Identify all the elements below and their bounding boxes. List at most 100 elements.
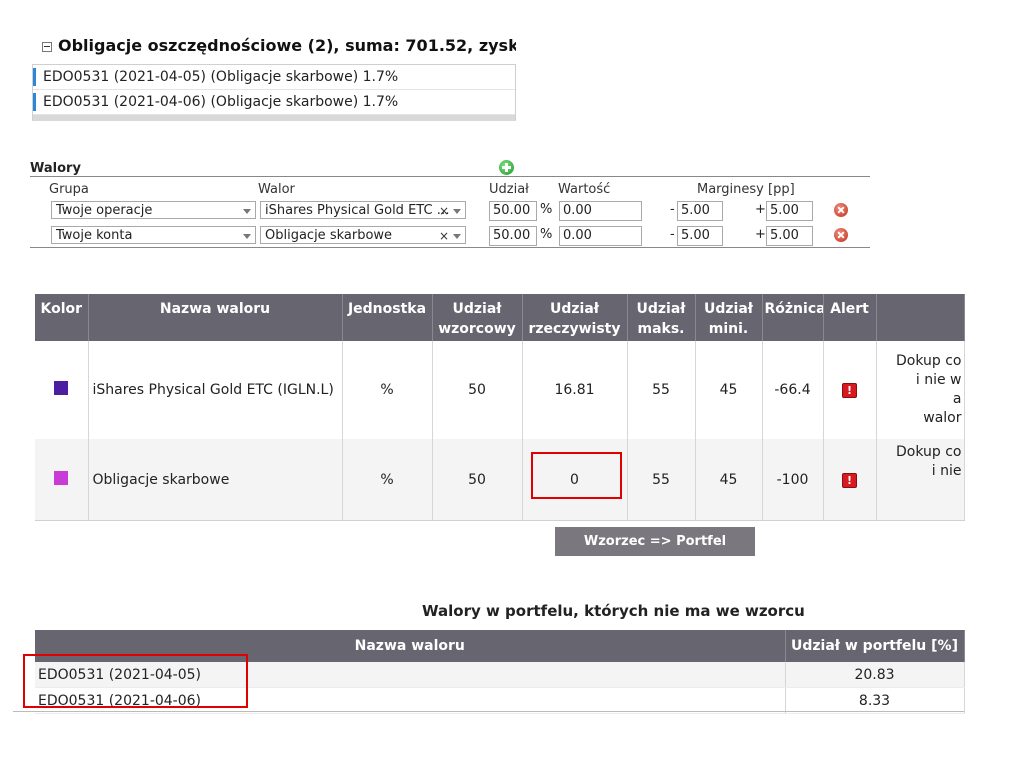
color-swatch: [54, 381, 69, 395]
comment-cell: Dokup co i nie w a walor: [876, 341, 965, 439]
item-marker: [33, 68, 36, 86]
name-cell: iShares Physical Gold ETC (IGLN.L): [88, 341, 343, 439]
list-item[interactable]: EDO0531 (2021-04-06) (Obligacje skarbowe…: [33, 90, 515, 115]
col-udzial-portfel[interactable]: Udział w portfelu [%]: [785, 630, 965, 662]
collapse-icon[interactable]: [42, 42, 52, 52]
diff-cell: -100: [762, 439, 824, 521]
add-icon[interactable]: [499, 160, 514, 175]
wzorzec-to-portfel-button[interactable]: Wzorzec => Portfel: [555, 527, 755, 556]
col-roznica[interactable]: Różnica: [762, 294, 824, 341]
chevron-down-icon: [453, 209, 461, 214]
color-cell: [35, 439, 89, 521]
col-udzial-maks[interactable]: Udział maks.: [627, 294, 696, 341]
minus-label: -: [670, 202, 675, 217]
col-kolor[interactable]: Kolor: [35, 294, 89, 341]
comment-line: walor: [923, 410, 962, 426]
plus-label: +: [755, 202, 766, 217]
margin-minus-input[interactable]: 5.00: [677, 201, 723, 221]
highlight-box: [531, 452, 622, 499]
comment-line: i nie: [931, 463, 962, 479]
value-cell: 8.33: [785, 687, 965, 714]
percent-label: %: [540, 227, 553, 242]
item-marker: [33, 93, 36, 111]
group-header[interactable]: Obligacje oszczędnościowe (2), suma: 701…: [40, 35, 516, 57]
extra-holdings-title: Walory w portfelu, których nie ma we wzo…: [422, 602, 805, 620]
plus-label: +: [755, 227, 766, 242]
unit-cell: %: [342, 341, 433, 439]
alert-cell: !: [823, 439, 877, 521]
col-alert[interactable]: Alert: [823, 294, 877, 341]
list-item-label: EDO0531 (2021-04-05) (Obligacje skarbowe…: [43, 69, 399, 85]
table-row[interactable]: Obligacje skarbowe % 50 0 55 45 -100 ! D…: [35, 439, 965, 521]
min-cell: 45: [695, 341, 763, 439]
divider: [30, 247, 870, 248]
comment-line: Dokup co: [896, 353, 962, 369]
header-walor: Walor: [258, 182, 295, 197]
header-grupa: Grupa: [49, 182, 89, 197]
group-title: Obligacje oszczędnościowe (2), suma: 701…: [58, 36, 516, 55]
header-udzial: Udział: [489, 182, 529, 197]
grupa-value: Twoje operacje: [56, 203, 153, 218]
group-list: EDO0531 (2021-04-05) (Obligacje skarbowe…: [32, 64, 516, 121]
allocation-table: Kolor Nazwa waloru Jednostka Udział wzor…: [35, 294, 965, 521]
udzial-input[interactable]: 50.00: [489, 201, 537, 221]
highlight-box: [23, 654, 248, 708]
walor-value: Obligacje skarbowe: [265, 228, 393, 243]
comment-line: i nie w: [915, 372, 962, 388]
col-udzial-rzeczywisty[interactable]: Udział rzeczywisty: [522, 294, 628, 341]
wartosc-input[interactable]: 0.00: [559, 201, 642, 221]
walor-value: iShares Physical Gold ETC …: [265, 203, 450, 218]
clear-icon[interactable]: ×: [439, 227, 449, 243]
walor-select[interactable]: iShares Physical Gold ETC … ×: [260, 201, 466, 219]
col-udzial-mini[interactable]: Udział mini.: [695, 294, 763, 341]
chevron-down-icon: [243, 234, 251, 239]
wartosc-input[interactable]: 0.00: [559, 226, 642, 246]
delete-icon[interactable]: [834, 203, 848, 217]
alert-icon: !: [842, 472, 857, 488]
list-item[interactable]: EDO0531 (2021-04-05) (Obligacje skarbowe…: [33, 65, 515, 90]
unit-cell: %: [342, 439, 433, 521]
margin-plus-input[interactable]: 5.00: [766, 226, 813, 246]
divider: [30, 176, 870, 177]
chevron-down-icon: [243, 209, 251, 214]
minus-label: -: [670, 227, 675, 242]
max-cell: 55: [627, 439, 696, 521]
walor-select[interactable]: Obligacje skarbowe ×: [260, 226, 466, 244]
diff-cell: -66.4: [762, 341, 824, 439]
margin-plus-input[interactable]: 5.00: [766, 201, 813, 221]
color-swatch: [54, 470, 69, 485]
pattern-cell: 50: [432, 439, 523, 521]
table-header-row: Kolor Nazwa waloru Jednostka Udział wzor…: [35, 294, 965, 341]
comment-line: a: [952, 391, 962, 407]
table-row[interactable]: iShares Physical Gold ETC (IGLN.L) % 50 …: [35, 341, 965, 439]
comment-line: Dokup co: [896, 444, 962, 460]
grupa-select[interactable]: Twoje konta: [51, 226, 256, 244]
header-wartosc: Wartość: [558, 182, 611, 197]
divider: [13, 711, 964, 712]
list-scroll-edge: [33, 115, 515, 121]
walory-title: Walory: [30, 161, 81, 176]
alert-cell: !: [823, 341, 877, 439]
udzial-input[interactable]: 50.00: [489, 226, 537, 246]
grupa-select[interactable]: Twoje operacje: [51, 201, 256, 219]
clear-icon[interactable]: ×: [439, 202, 449, 218]
list-item-label: EDO0531 (2021-04-06) (Obligacje skarbowe…: [43, 94, 399, 110]
alert-icon: !: [842, 383, 857, 398]
comment-cell: Dokup co i nie: [876, 439, 965, 521]
color-cell: [35, 341, 89, 439]
name-cell: Obligacje skarbowe: [88, 439, 343, 521]
col-jednostka[interactable]: Jednostka: [342, 294, 433, 341]
max-cell: 55: [627, 341, 696, 439]
delete-icon[interactable]: [834, 228, 848, 242]
chevron-down-icon: [453, 234, 461, 239]
min-cell: 45: [695, 439, 763, 521]
percent-label: %: [540, 202, 553, 217]
col-udzial-wzorcowy[interactable]: Udział wzorcowy: [432, 294, 523, 341]
margin-minus-input[interactable]: 5.00: [677, 226, 723, 246]
col-nazwa[interactable]: Nazwa waloru: [88, 294, 343, 341]
header-marginesy: Marginesy [pp]: [697, 182, 795, 197]
grupa-value: Twoje konta: [56, 228, 133, 243]
pattern-cell: 50: [432, 341, 523, 439]
col-comment: [876, 294, 965, 341]
actual-cell: 16.81: [522, 341, 628, 439]
